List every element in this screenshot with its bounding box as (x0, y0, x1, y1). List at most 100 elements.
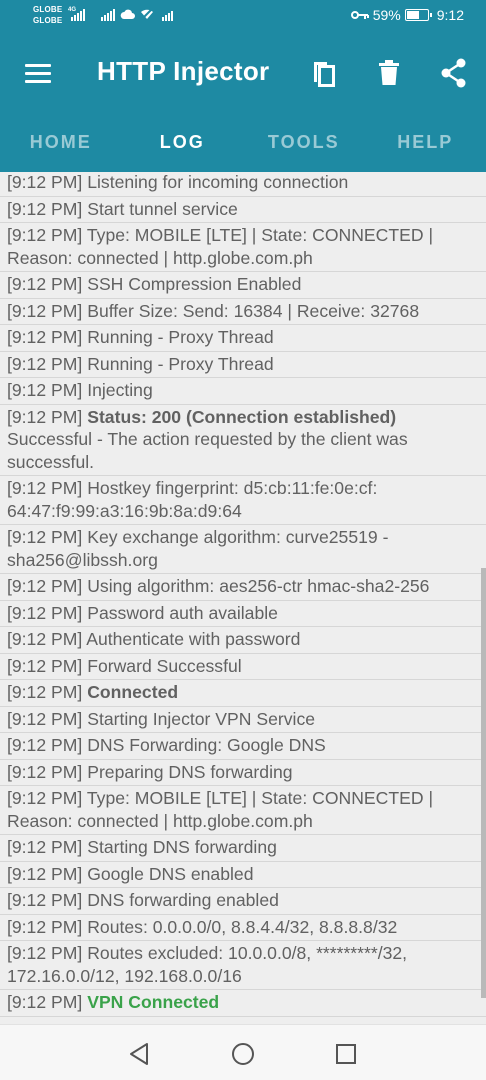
log-entry: [9:12 PM] Buffer Size: Send: 16384 | Rec… (0, 299, 486, 325)
log-message: Routes: 0.0.0.0/0, 8.8.4.4/32, 8.8.8.8/3… (87, 916, 398, 937)
log-message: SSH Compression Enabled (87, 274, 302, 294)
no-wifi-icon (140, 7, 154, 25)
log-message: Preparing DNS forwarding (87, 761, 293, 782)
log-timestamp: [9:12 PM] (7, 172, 83, 192)
back-triangle-icon (130, 1043, 148, 1065)
log-timestamp: [9:12 PM] (7, 761, 83, 782)
log-timestamp: [9:12 PM] (7, 380, 83, 400)
log-timestamp: [9:12 PM] (7, 198, 83, 219)
carrier-labels: GLOBE GLOBE (33, 4, 62, 26)
tab-tools[interactable]: TOOLS (243, 114, 365, 172)
log-timestamp: [9:12 PM] (7, 629, 83, 649)
battery-fill (406, 11, 419, 19)
share-button[interactable] (437, 56, 471, 90)
log-timestamp: [9:12 PM] (7, 327, 83, 347)
log-message: Buffer Size: Send: 16384 | Receive: 3276… (87, 300, 420, 321)
log-entry: [9:12 PM] Starting DNS forwarding (0, 835, 486, 862)
recents-square-icon (336, 1044, 356, 1064)
log-timestamp: [9:12 PM] (7, 602, 83, 623)
tab-home[interactable]: HOME (0, 114, 122, 172)
clock: 9:12 (436, 7, 464, 23)
log-entry: [9:12 PM] DNS Forwarding: Google DNS (0, 733, 486, 760)
log-timestamp: [9:12 PM] (7, 576, 83, 596)
log-entry: [9:12 PM] Key exchange algorithm: curve2… (0, 525, 486, 574)
log-message: Starting DNS forwarding (87, 837, 277, 857)
log-timestamp: [9:12 PM] (7, 735, 83, 755)
cloud-icon (120, 7, 136, 25)
log-list[interactable]: [9:12 PM] Listening for incoming connect… (0, 172, 486, 1017)
signal-3-icon (162, 9, 173, 21)
log-entry: [9:12 PM] Password auth available (0, 601, 486, 627)
log-entry: [9:12 PM] Start tunnel service (0, 197, 486, 223)
log-entry: [9:12 PM] VPN Connected (0, 990, 486, 1017)
log-entry: [9:12 PM] Routes excluded: 10.0.0.0/8, *… (0, 941, 486, 990)
vpn-key-icon (350, 11, 369, 19)
log-timestamp: [9:12 PM] (7, 916, 83, 937)
tab-log[interactable]: LOG (122, 114, 244, 172)
log-timestamp: [9:12 PM] (7, 406, 83, 427)
home-circle-icon (232, 1043, 254, 1065)
log-message: Password auth available (87, 602, 278, 623)
status-bar: GLOBE GLOBE 4G 59% 9:12 (0, 0, 486, 34)
log-timestamp: [9:12 PM] (7, 682, 83, 702)
log-entry: [9:12 PM] Forward Successful (0, 654, 486, 680)
status-right: 59% 9:12 (350, 7, 464, 23)
log-status-bold: Connected (87, 682, 179, 702)
log-timestamp: [9:12 PM] (7, 527, 83, 547)
tab-help[interactable]: HELP (365, 114, 486, 172)
system-nav-bar (0, 1024, 486, 1080)
delete-button[interactable] (372, 56, 406, 90)
log-message: Forward Successful (87, 655, 242, 676)
log-entry: [9:12 PM] Injecting (0, 378, 486, 405)
log-entry: [9:12 PM] Using algorithm: aes256-ctr hm… (0, 574, 486, 601)
app-bar: HTTP Injector (0, 34, 486, 114)
scrollbar[interactable] (481, 568, 486, 998)
log-timestamp: [9:12 PM] (7, 225, 83, 245)
hamburger-icon[interactable] (25, 64, 51, 84)
nav-back-button[interactable] (127, 1041, 153, 1067)
log-timestamp: [9:12 PM] (7, 890, 83, 910)
log-entry: [9:12 PM] Hostkey fingerprint: d5:cb:11:… (0, 476, 486, 525)
log-message: Running - Proxy Thread (87, 327, 274, 347)
log-timestamp: [9:12 PM] (7, 478, 83, 498)
log-entry: [9:12 PM] Running - Proxy Thread (0, 325, 486, 352)
app-title: HTTP Injector (97, 56, 270, 86)
copy-button[interactable] (307, 56, 341, 90)
log-message: DNS forwarding enabled (87, 890, 279, 910)
log-entry: [9:12 PM] Starting Injector VPN Service (0, 707, 486, 733)
battery-percent: 59% (372, 7, 401, 23)
share-icon (441, 58, 466, 88)
log-entry: [9:12 PM] Connected (0, 680, 486, 707)
carrier-1-name: GLOBE (33, 5, 63, 14)
trash-icon (379, 60, 399, 85)
tab-bar: HOME LOG TOOLS HELP (0, 114, 486, 172)
log-timestamp: [9:12 PM] (7, 863, 83, 884)
signal-1-icon (71, 9, 85, 21)
log-timestamp: [9:12 PM] (7, 837, 83, 857)
log-message: Listening for incoming connection (87, 172, 349, 192)
copy-icon (314, 62, 335, 87)
log-timestamp: [9:12 PM] (7, 300, 83, 321)
log-message: Injecting (87, 380, 153, 400)
log-entry: [9:12 PM] DNS forwarding enabled (0, 888, 486, 915)
carrier-2-name: GLOBE (33, 16, 63, 25)
log-entry: [9:12 PM] Google DNS enabled (0, 862, 486, 888)
log-entry: [9:12 PM] Routes: 0.0.0.0/0, 8.8.4.4/32,… (0, 915, 486, 941)
log-entry: [9:12 PM] Type: MOBILE [LTE] | State: CO… (0, 786, 486, 835)
log-entry: [9:12 PM] Authenticate with password (0, 627, 486, 654)
log-timestamp: [9:12 PM] (7, 708, 83, 729)
log-timestamp: [9:12 PM] (7, 274, 83, 294)
log-success-text: VPN Connected (87, 992, 220, 1012)
log-message: Using algorithm: aes256-ctr hmac-sha2-25… (87, 576, 430, 596)
log-entry: [9:12 PM] Status: 200 (Connection establ… (0, 405, 486, 476)
nav-home-button[interactable] (230, 1041, 256, 1067)
log-timestamp: [9:12 PM] (7, 655, 83, 676)
signal-2-icon (101, 9, 115, 21)
nav-recents-button[interactable] (333, 1041, 359, 1067)
log-message: Successful - The action requested by the… (7, 429, 408, 472)
log-message: DNS Forwarding: Google DNS (87, 735, 326, 755)
log-timestamp: [9:12 PM] (7, 353, 83, 374)
log-panel[interactable]: [9:12 PM] Listening for incoming connect… (0, 172, 486, 1024)
log-timestamp: [9:12 PM] (7, 992, 83, 1012)
log-message: Running - Proxy Thread (87, 353, 274, 374)
